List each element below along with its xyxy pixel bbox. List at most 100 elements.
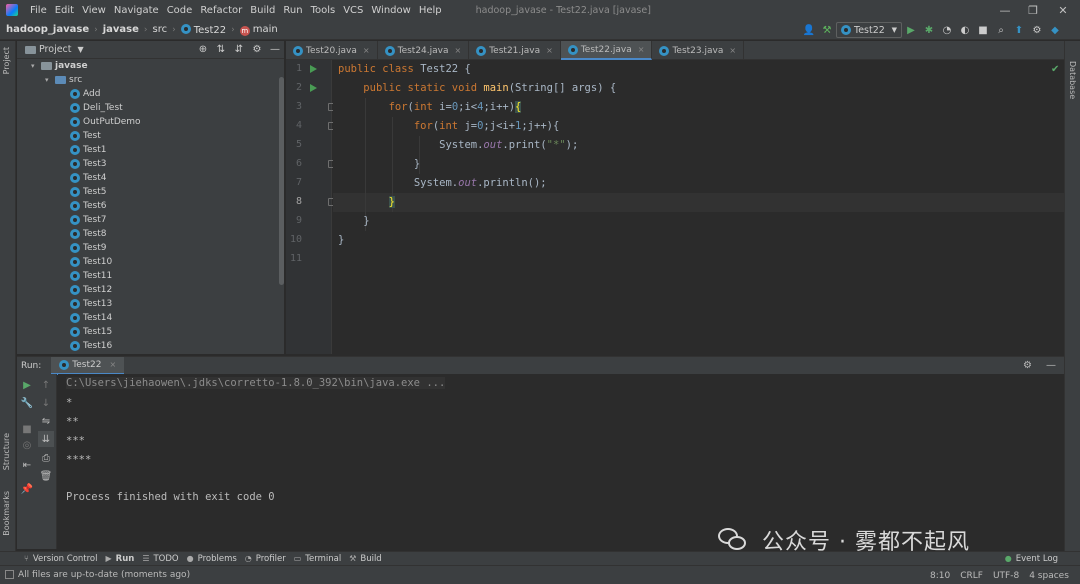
close-tab-icon[interactable]: × <box>363 46 370 55</box>
trash-icon[interactable]: 🗑 <box>38 468 54 484</box>
tree-class-item[interactable]: Test5 <box>17 185 284 199</box>
menu-help[interactable]: Help <box>415 5 446 16</box>
close-tab-icon[interactable]: × <box>109 360 116 369</box>
editor-tab[interactable]: Test20.java × <box>286 41 378 60</box>
bookmarks-tool-tab[interactable]: Bookmarks <box>2 491 11 536</box>
run-tool-tab[interactable]: ▶ Run <box>106 554 143 564</box>
tree-class-item[interactable]: Test16 <box>17 339 284 353</box>
menu-file[interactable]: File <box>26 5 51 16</box>
collapse-all-icon[interactable]: ⇵ <box>230 44 248 55</box>
tree-class-item[interactable]: Add <box>17 87 284 101</box>
menu-edit[interactable]: Edit <box>51 5 78 16</box>
rerun-icon[interactable]: ▶ <box>19 377 35 393</box>
close-tab-icon[interactable]: × <box>455 46 462 55</box>
soft-wrap-icon[interactable]: ⇋ <box>38 413 54 429</box>
camera-icon[interactable]: ◎ <box>19 437 35 453</box>
settings-icon[interactable]: ⚙ <box>1028 22 1046 38</box>
profiler-tab[interactable]: ◔ Profiler <box>245 554 294 564</box>
down-arrow-icon[interactable]: ↓ <box>38 395 54 411</box>
tree-class-item[interactable]: Test6 <box>17 199 284 213</box>
tree-class-item[interactable]: Test15 <box>17 325 284 339</box>
run-tab-test22[interactable]: Test22 × <box>51 356 125 375</box>
todo-tab[interactable]: ☰ TODO <box>142 554 186 564</box>
build-hammer-icon[interactable]: ⚒ <box>818 22 836 38</box>
indent-setting[interactable]: 4 spaces <box>1029 571 1069 581</box>
tree-class-item[interactable]: Test11 <box>17 269 284 283</box>
plugin-icon[interactable]: ◆ <box>1046 22 1064 38</box>
tree-class-item[interactable]: Test4 <box>17 171 284 185</box>
project-view-select[interactable]: Project <box>39 44 72 55</box>
tree-class-item[interactable]: Test8 <box>17 227 284 241</box>
gear-icon[interactable]: ⚙ <box>1023 360 1032 371</box>
locate-icon[interactable]: ⊕ <box>194 44 212 55</box>
terminal-tab[interactable]: ▭ Terminal <box>294 554 349 564</box>
tree-class-item[interactable]: Test7 <box>17 213 284 227</box>
project-tool-tab[interactable]: Project <box>2 47 11 74</box>
tree-class-item[interactable]: Test9 <box>17 241 284 255</box>
toggle-tool-windows-icon[interactable] <box>5 570 14 579</box>
pin-icon[interactable]: 📌 <box>19 481 35 497</box>
run-gutter-icon[interactable] <box>310 65 317 73</box>
minimize-button[interactable]: — <box>990 0 1020 20</box>
run-gutter-icon[interactable] <box>310 84 317 92</box>
close-tab-icon[interactable]: × <box>546 46 553 55</box>
close-tab-icon[interactable]: × <box>729 46 736 55</box>
debug-icon[interactable]: ✱ <box>920 22 938 38</box>
close-tab-icon[interactable]: × <box>638 45 645 54</box>
menu-run[interactable]: Run <box>279 5 306 16</box>
coverage-icon[interactable]: ◔ <box>938 22 956 38</box>
menu-vcs[interactable]: VCS <box>339 5 367 16</box>
tree-class-item[interactable]: Test13 <box>17 297 284 311</box>
event-log-tab[interactable]: ● Event Log <box>1005 554 1066 564</box>
breadcrumb-class[interactable]: Test22 <box>180 23 226 36</box>
editor-tab[interactable]: Test23.java × <box>652 41 745 60</box>
menu-window[interactable]: Window <box>367 5 414 16</box>
editor-tab[interactable]: Test21.java × <box>469 41 561 60</box>
breadcrumb-module[interactable]: javase <box>103 24 139 35</box>
tree-class-item[interactable]: OutPutDemo <box>17 115 284 129</box>
up-arrow-icon[interactable]: ↑ <box>38 377 54 393</box>
tree-class-item[interactable]: Test3 <box>17 157 284 171</box>
tree-class-item[interactable]: Test12 <box>17 283 284 297</box>
editor-tab[interactable]: Test22.java × <box>560 41 653 60</box>
file-encoding[interactable]: UTF-8 <box>993 571 1019 581</box>
build-tab[interactable]: ⚒ Build <box>349 554 390 564</box>
menu-view[interactable]: View <box>78 5 110 16</box>
search-icon[interactable]: ⌕ <box>992 22 1010 38</box>
caret-position[interactable]: 8:10 <box>930 571 950 581</box>
user-icon[interactable]: 👤 <box>800 22 818 38</box>
restore-button[interactable]: ❐ <box>1018 0 1048 20</box>
tree-class-item[interactable]: Deli_Test <box>17 101 284 115</box>
gear-icon[interactable]: ⚙ <box>248 44 266 55</box>
menu-tools[interactable]: Tools <box>307 5 340 16</box>
print-icon[interactable]: ⎙ <box>38 450 54 466</box>
run-icon[interactable]: ▶ <box>902 22 920 38</box>
menu-refactor[interactable]: Refactor <box>196 5 246 16</box>
menu-build[interactable]: Build <box>246 5 279 16</box>
update-icon[interactable]: ⬆ <box>1010 22 1028 38</box>
inspection-ok-icon[interactable]: ✔ <box>1051 64 1059 75</box>
breadcrumb-method[interactable]: m main <box>239 24 278 36</box>
exit-icon[interactable]: ⇤ <box>19 457 35 473</box>
run-config-select[interactable]: Test22 ▼ <box>836 22 902 38</box>
tree-class-item[interactable]: Test <box>17 129 284 143</box>
close-button[interactable]: ✕ <box>1048 0 1078 20</box>
line-separator[interactable]: CRLF <box>960 571 983 581</box>
profile-icon[interactable]: ◐ <box>956 22 974 38</box>
tree-src[interactable]: ▾ src <box>17 73 284 87</box>
structure-tool-tab[interactable]: Structure <box>2 433 11 470</box>
stop-icon[interactable]: ■ <box>974 22 992 38</box>
hide-icon[interactable]: — <box>1046 360 1056 371</box>
editor-tab[interactable]: Test24.java × <box>378 41 470 60</box>
console-output[interactable]: C:\Users\jiehaowen\.jdks\corretto-1.8.0_… <box>58 374 1064 549</box>
chevron-down-icon[interactable]: ▼ <box>78 45 84 54</box>
menu-navigate[interactable]: Navigate <box>110 5 163 16</box>
tree-class-item[interactable]: Test1 <box>17 143 284 157</box>
scroll-to-end-icon[interactable]: ⇊ <box>38 431 54 447</box>
breadcrumb-project[interactable]: hadoop_javase <box>6 24 89 35</box>
hide-icon[interactable]: — <box>266 44 284 55</box>
expand-all-icon[interactable]: ⇅ <box>212 44 230 55</box>
tree-class-item[interactable]: Test10 <box>17 255 284 269</box>
code-editor[interactable]: public class Test22 { public static void… <box>333 60 1064 354</box>
tree-class-item[interactable]: Test14 <box>17 311 284 325</box>
